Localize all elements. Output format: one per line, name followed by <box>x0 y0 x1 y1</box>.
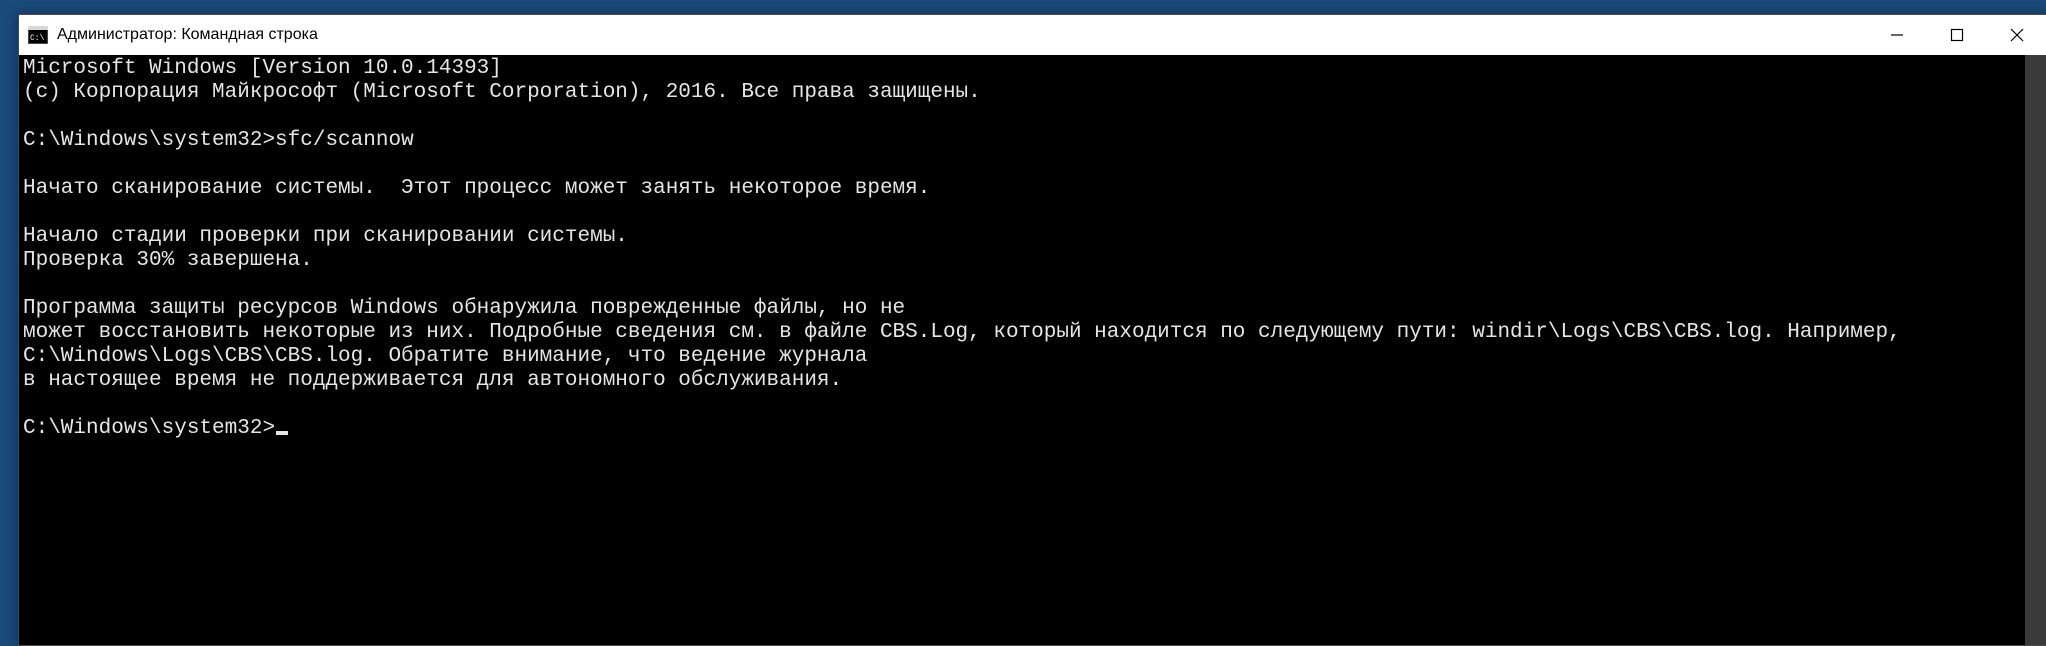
minimize-button[interactable] <box>1867 15 1927 55</box>
blank-line <box>23 201 2043 225</box>
close-button[interactable] <box>1987 15 2046 55</box>
output-line: в настоящее время не поддерживается для … <box>23 369 2043 393</box>
cursor <box>276 431 288 435</box>
output-line: может восстановить некоторые из них. Под… <box>23 321 2043 345</box>
vertical-scrollbar[interactable] <box>2025 55 2046 645</box>
output-line: Программа защиты ресурсов Windows обнару… <box>23 297 2043 321</box>
svg-text:C:\: C:\ <box>30 34 45 43</box>
banner-line: Microsoft Windows [Version 10.0.14393] <box>23 57 2043 81</box>
blank-line <box>23 153 2043 177</box>
prompt: C:\Windows\system32> <box>23 417 275 440</box>
console-output[interactable]: Microsoft Windows [Version 10.0.14393](с… <box>19 55 2046 645</box>
entered-command: sfc/scannow <box>275 129 414 152</box>
maximize-button[interactable] <box>1927 15 1987 55</box>
output-line: C:\Windows\Logs\CBS\CBS.log. Обратите вн… <box>23 345 2043 369</box>
command-prompt-window: C:\ Администратор: Командная строка Micr… <box>18 14 2046 646</box>
window-controls <box>1867 15 2046 55</box>
output-line: Начато сканирование системы. Этот процес… <box>23 177 2043 201</box>
blank-line <box>23 105 2043 129</box>
window-title: Администратор: Командная строка <box>57 26 1867 44</box>
output-line: Начало стадии проверки при сканировании … <box>23 225 2043 249</box>
titlebar[interactable]: C:\ Администратор: Командная строка <box>19 15 2046 55</box>
blank-line <box>23 273 2043 297</box>
blank-line <box>23 393 2043 417</box>
command-line: C:\Windows\system32>sfc/scannow <box>23 129 2043 153</box>
prompt: C:\Windows\system32> <box>23 129 275 152</box>
banner-line: (с) Корпорация Майкрософт (Microsoft Cor… <box>23 81 2043 105</box>
current-prompt-line[interactable]: C:\Windows\system32> <box>23 417 2043 441</box>
cmd-icon: C:\ <box>27 24 49 46</box>
output-line: Проверка 30% завершена. <box>23 249 2043 273</box>
